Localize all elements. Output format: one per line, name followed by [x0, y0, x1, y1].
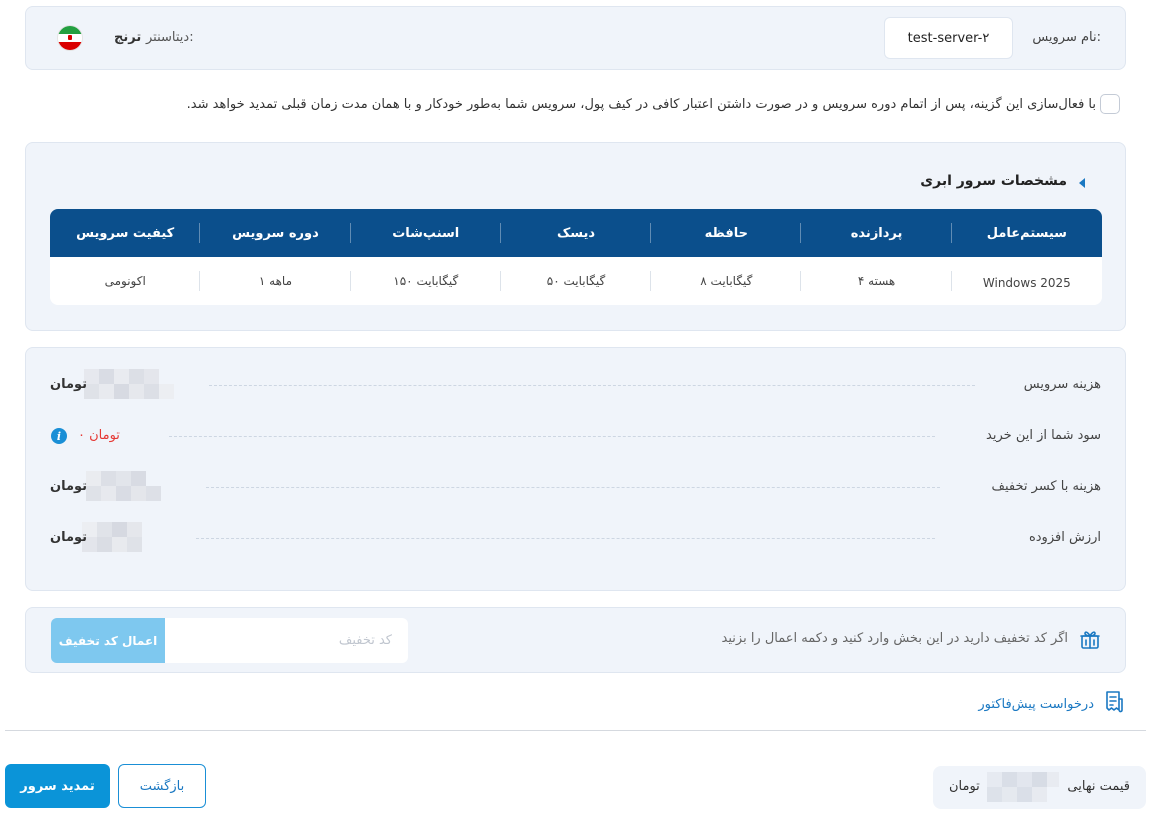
header-ram: حافظه: [651, 209, 802, 257]
iran-flag-icon: [58, 26, 82, 50]
header-quality: کیفیت سرویس: [50, 209, 201, 257]
header-disk: دیسک: [501, 209, 652, 257]
service-info-card: نام سرویس: test-server-۲ دیتاسنتر: ترنج: [25, 6, 1126, 70]
discount-code-input[interactable]: [164, 618, 408, 663]
divider: [209, 385, 975, 386]
divider: [5, 730, 1146, 731]
service-name-label: نام سرویس:: [1032, 30, 1101, 45]
gift-icon: [1079, 628, 1101, 650]
specs-card: مشخصات سرور ابری سیستم‌عامل پردازنده حاف…: [25, 142, 1126, 331]
costs-card: هزینه سرویس تومان سود شما از این خرید ۰ …: [25, 347, 1126, 591]
proforma-request-link[interactable]: درخواست پیش‌فاکتور: [978, 690, 1124, 718]
cell-period: ۱ ماهه: [200, 257, 351, 305]
discounted-cost-row: هزینه با کسر تخفیف تومان: [26, 471, 1125, 501]
divider: [206, 487, 940, 488]
final-price-label: قیمت نهایی: [1067, 779, 1130, 794]
divider: [196, 538, 935, 539]
discount-hint: اگر کد تخفیف دارید در این بخش وارد کنید …: [721, 631, 1068, 646]
profit-row: سود شما از این خرید ۰ تومان i: [26, 424, 1125, 448]
datacenter-label: دیتاسنتر:: [146, 30, 194, 45]
service-cost-label: هزینه سرویس: [1023, 377, 1101, 392]
header-os: سیستم‌عامل: [986, 225, 1067, 241]
header-cpu: پردازنده: [801, 209, 953, 257]
vat-value: تومان: [50, 530, 88, 545]
discount-card: اگر کد تخفیف دارید در این بخش وارد کنید …: [25, 607, 1126, 673]
blurred-amount: [987, 772, 1059, 802]
profit-value: ۰ تومان: [78, 428, 120, 443]
renew-server-button[interactable]: تمدید سرور: [5, 764, 110, 808]
caret-left-icon: [1079, 178, 1085, 188]
specs-title: مشخصات سرور ابری: [920, 173, 1067, 189]
info-icon[interactable]: i: [51, 428, 67, 444]
vat-row: ارزش افزوده تومان: [26, 522, 1125, 552]
profit-label: سود شما از این خرید: [986, 428, 1101, 443]
discounted-cost-value: تومان: [50, 479, 88, 494]
blurred-amount: [84, 369, 174, 399]
cell-disk: ۵۰ گیگابایت: [501, 257, 652, 305]
cell-os: Windows 2025: [982, 275, 1071, 290]
header-period: دوره سرویس: [200, 209, 351, 257]
back-button[interactable]: بازگشت: [118, 764, 206, 808]
cell-cpu: ۴ هسته: [801, 257, 953, 305]
datacenter-value: ترنج: [114, 30, 142, 45]
vat-label: ارزش افزوده: [1028, 530, 1101, 545]
blurred-amount: [86, 471, 161, 501]
header-snapshot: اسنپ‌شات: [351, 209, 502, 257]
apply-discount-button[interactable]: اعمال کد تخفیف: [51, 618, 165, 663]
blurred-amount: [82, 522, 158, 552]
discounted-cost-label: هزینه با کسر تخفیف: [991, 479, 1101, 494]
proforma-label: درخواست پیش‌فاکتور: [978, 696, 1094, 712]
final-price-box: قیمت نهایی تومان: [933, 766, 1146, 809]
cell-quality: اکونومی: [50, 257, 201, 305]
auto-renew-text: با فعال‌سازی این گزینه، پس از اتمام دوره…: [186, 97, 1096, 112]
service-cost-value: تومان: [50, 377, 88, 392]
cell-ram: ۸ گیگابایت: [651, 257, 802, 305]
final-price-value: تومان: [949, 779, 980, 794]
service-cost-row: هزینه سرویس تومان: [26, 369, 1125, 399]
table-row: Windows 2025 ۴ هسته ۸ گیگابایت ۵۰ گیگابا…: [50, 257, 1102, 305]
cell-snapshot: ۱۵۰ گیگابایت: [351, 257, 502, 305]
divider: [169, 436, 935, 437]
receipt-icon: [1102, 690, 1124, 718]
service-name-field: test-server-۲: [884, 17, 1013, 59]
specs-table: سیستم‌عامل پردازنده حافظه دیسک اسنپ‌شات …: [50, 209, 1102, 305]
auto-renew-checkbox[interactable]: [1100, 94, 1120, 114]
specs-table-header: سیستم‌عامل پردازنده حافظه دیسک اسنپ‌شات …: [50, 209, 1102, 257]
